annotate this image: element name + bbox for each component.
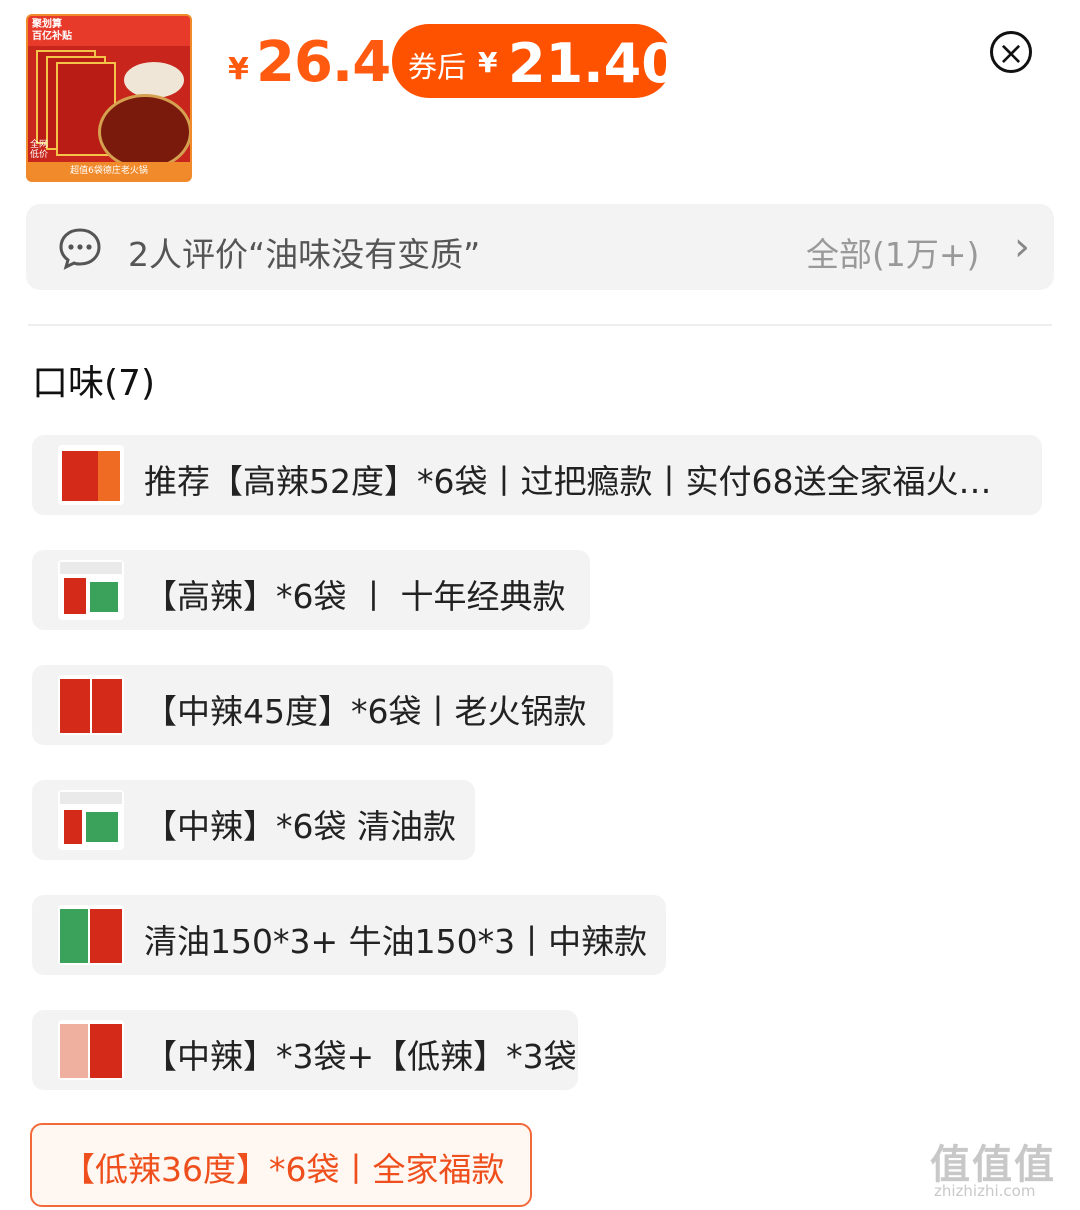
chevron-right-icon: › bbox=[1014, 224, 1030, 270]
option-label: 【低辣36度】*6袋丨全家福款 bbox=[62, 1150, 505, 1189]
watermark-url: zhizhizhi.com bbox=[934, 1182, 1036, 1200]
coupon-currency: ¥ bbox=[478, 46, 498, 79]
option-thumbnail bbox=[58, 445, 124, 505]
coupon-price: 21.40 bbox=[508, 32, 679, 95]
review-summary-bar[interactable]: 2人评价“油味没有变质” 全部(1万+) › bbox=[26, 204, 1054, 290]
section-title: 口味(7) bbox=[32, 363, 155, 404]
hotpot-graphic bbox=[98, 94, 190, 170]
option-thumbnail bbox=[58, 790, 124, 850]
chat-bubble-icon bbox=[59, 228, 101, 270]
option-thumbnail bbox=[58, 905, 124, 965]
option-label: 【中辣45度】*6袋丨老火锅款 bbox=[144, 692, 587, 731]
coupon-price-badge: 券后 ¥ 21.40 bbox=[392, 24, 679, 98]
price-currency: ¥ bbox=[228, 52, 249, 87]
option-label: 【中辣】*6袋 清油款 bbox=[144, 807, 456, 846]
thumbnail-banner: 超值6袋德庄老火锅 bbox=[28, 162, 190, 180]
option-thumbnail bbox=[58, 1020, 124, 1080]
option-label: 推荐【高辣52度】*6袋丨过把瘾款丨实付68送全家福火… bbox=[144, 462, 992, 501]
coupon-label: 券后 bbox=[408, 50, 467, 84]
option-chip[interactable]: 推荐【高辣52度】*6袋丨过把瘾款丨实付68送全家福火… bbox=[32, 435, 1042, 515]
thumbnail-mark: 聚划算 百亿补贴 bbox=[32, 19, 72, 42]
option-thumbnail bbox=[58, 560, 124, 620]
close-icon[interactable]: × bbox=[990, 31, 1032, 73]
review-all-link[interactable]: 全部(1万+) bbox=[806, 228, 979, 276]
review-text: 2人评价“油味没有变质” bbox=[128, 235, 481, 274]
price: 26.4 bbox=[256, 30, 391, 95]
option-label: 【中辣】*3袋+【低辣】*3袋 bbox=[144, 1037, 577, 1076]
product-header: 聚划算 百亿补贴 全网 低价 超值6袋德庄老火锅 ¥ 26.4 券后 ¥ 21.… bbox=[0, 0, 1080, 190]
watermark: 值值值 zhizhizhi.com bbox=[930, 1132, 1070, 1202]
thumbnail-lowprice: 全网 低价 bbox=[30, 140, 49, 160]
option-chip[interactable]: 【高辣】*6袋 丨 十年经典款 bbox=[32, 550, 590, 630]
hotpot-graphic bbox=[124, 62, 184, 98]
option-chip-selected[interactable]: 【低辣36度】*6袋丨全家福款 bbox=[30, 1123, 532, 1207]
option-chip[interactable]: 清油150*3+ 牛油150*3丨中辣款 bbox=[32, 895, 666, 975]
option-label: 【高辣】*6袋 丨 十年经典款 bbox=[144, 577, 566, 616]
product-thumbnail[interactable]: 聚划算 百亿补贴 全网 低价 超值6袋德庄老火锅 bbox=[26, 14, 192, 182]
option-chip[interactable]: 【中辣】*6袋 清油款 bbox=[32, 780, 475, 860]
divider bbox=[28, 324, 1052, 326]
option-label: 清油150*3+ 牛油150*3丨中辣款 bbox=[144, 922, 648, 961]
option-thumbnail bbox=[58, 675, 124, 735]
option-chip[interactable]: 【中辣】*3袋+【低辣】*3袋 bbox=[32, 1010, 578, 1090]
option-chip[interactable]: 【中辣45度】*6袋丨老火锅款 bbox=[32, 665, 613, 745]
